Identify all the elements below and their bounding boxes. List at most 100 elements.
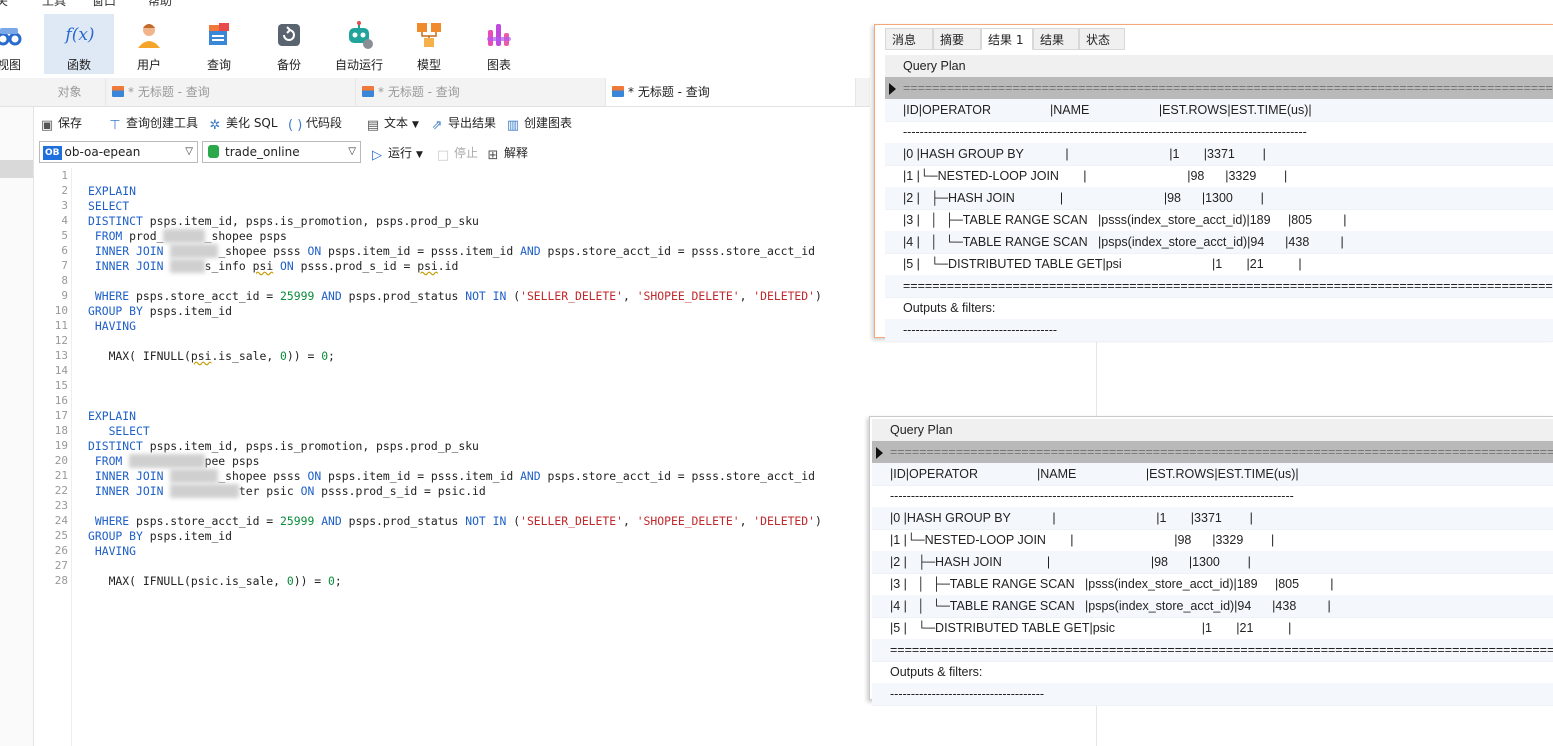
code-line: MAX( IFNULL(psic.is_sale, 0)) = 0;: [88, 574, 342, 588]
line-number: 1: [61, 169, 68, 182]
text-mode-button[interactable]: ▤ 文本 ▼: [366, 114, 419, 133]
ribbon-label: 查询: [206, 58, 231, 72]
tab-result-2[interactable]: 结果 2: [1033, 28, 1079, 69]
tab-query-1[interactable]: * 无标题 - 查询: [106, 78, 356, 106]
line-number: 8: [61, 274, 68, 287]
table-row[interactable]: |3 | │ ├─TABLE RANGE SCAN |psss(index_st…: [872, 573, 1553, 596]
code-line: INNER JOIN _____s_info psi ON psss.prod_…: [88, 259, 459, 273]
table-row[interactable]: Outputs & filters:: [872, 661, 1553, 684]
tab-summary[interactable]: 摘要: [933, 28, 981, 50]
tab-result-1[interactable]: 结果 1: [981, 28, 1033, 50]
table-row[interactable]: |ID|OPERATOR |NAME |EST.ROWS|EST.TIME(us…: [872, 463, 1553, 486]
result-window-2[interactable]: Query Plan =============================…: [869, 416, 1553, 706]
save-button[interactable]: ▣ 保存: [40, 114, 82, 133]
cell-text: ========================================…: [903, 81, 1553, 95]
table-row[interactable]: |4 | │ └─TABLE RANGE SCAN |psps(index_st…: [885, 231, 1553, 254]
ribbon-user-button[interactable]: 用户: [114, 14, 184, 74]
code-line: EXPLAIN: [88, 184, 137, 198]
cell-text: -------------------------------------: [903, 323, 1058, 337]
table-row[interactable]: -------------------------------------: [885, 319, 1553, 342]
parentheses-icon: ( ): [288, 118, 303, 133]
table-row[interactable]: |3 | │ ├─TABLE RANGE SCAN |psss(index_st…: [885, 209, 1553, 232]
magic-wand-icon: ✲: [209, 118, 221, 133]
ribbon-view-button[interactable]: 视图: [0, 14, 44, 74]
query-plan-grid[interactable]: Query Plan =============================…: [885, 55, 1553, 342]
ribbon-label: 用户: [136, 58, 161, 72]
tab-status[interactable]: 状态: [1079, 28, 1125, 50]
query-tab-icon: [362, 86, 374, 97]
tab-messages[interactable]: 消息: [885, 28, 933, 50]
object-tree-pane[interactable]: [0, 106, 34, 746]
query-plan-grid[interactable]: Query Plan =============================…: [872, 419, 1553, 706]
line-number: 17: [54, 409, 68, 422]
table-row[interactable]: ========================================…: [872, 639, 1553, 662]
query-builder-button[interactable]: ⊤ 查询创建工具: [108, 114, 198, 133]
chevron-down-icon: ▽: [348, 146, 356, 157]
ribbon-model-button[interactable]: 模型: [394, 14, 464, 74]
menu-help[interactable]: 帮助: [148, 0, 172, 9]
table-row[interactable]: |2 | ├─HASH JOIN | |98 |1300 |: [885, 187, 1553, 210]
explain-icon: ⊞: [487, 148, 499, 163]
table-row[interactable]: ----------------------------------------…: [885, 121, 1553, 144]
table-row-current[interactable]: ========================================…: [885, 77, 1553, 100]
current-row-marker-icon: [889, 83, 896, 95]
chevron-down-icon: ▼: [412, 120, 419, 130]
table-row[interactable]: Outputs & filters:: [885, 297, 1553, 320]
code-line: MAX( IFNULL(psi.is_sale, 0)) = 0;: [88, 349, 335, 363]
chevron-down-icon: ▽: [185, 146, 193, 157]
table-row[interactable]: |4 | │ └─TABLE RANGE SCAN |psps(index_st…: [872, 595, 1553, 618]
ribbon-function-button[interactable]: f(x) 函数: [44, 14, 114, 74]
user-icon: [138, 24, 160, 48]
table-row[interactable]: |0 |HASH GROUP BY | |1 |3371 |: [872, 507, 1553, 530]
table-row[interactable]: ----------------------------------------…: [872, 485, 1553, 508]
stop-button[interactable]: □ 停止: [436, 144, 478, 163]
ribbon-query-button[interactable]: 查询: [184, 14, 254, 74]
ribbon-label: 图表: [486, 58, 511, 72]
table-row[interactable]: |1 |└─NESTED-LOOP JOIN | |98 |3329 |: [872, 529, 1553, 552]
line-number: 4: [61, 214, 68, 227]
table-row[interactable]: |5 | └─DISTRIBUTED TABLE GET|psi |1 |21 …: [885, 253, 1553, 276]
ribbon-chart-button[interactable]: 图表: [464, 14, 534, 74]
column-header[interactable]: Query Plan: [872, 419, 1553, 442]
tab-query-3[interactable]: * 无标题 - 查询: [606, 78, 856, 106]
create-chart-button[interactable]: ▥ 创建图表: [506, 114, 572, 133]
table-row[interactable]: |1 |└─NESTED-LOOP JOIN | |98 |3329 |: [885, 165, 1553, 188]
table-row[interactable]: |ID|OPERATOR |NAME |EST.ROWS|EST.TIME(us…: [885, 99, 1553, 122]
cell-text: |3 | │ ├─TABLE RANGE SCAN |psss(index_st…: [903, 213, 1347, 227]
ribbon-backup-button[interactable]: 备份: [254, 14, 324, 74]
code-line: DISTINCT psps.item_id, psps.is_promotion…: [88, 214, 479, 228]
cell-text: |ID|OPERATOR |NAME |EST.ROWS|EST.TIME(us…: [890, 467, 1299, 481]
explain-button[interactable]: ⊞ 解释: [486, 144, 528, 163]
tab-query-2[interactable]: * 无标题 - 查询: [356, 78, 606, 106]
cell-text: |4 | │ └─TABLE RANGE SCAN |psps(index_st…: [903, 235, 1344, 249]
line-number: 24: [54, 514, 68, 527]
table-row[interactable]: ========================================…: [885, 275, 1553, 298]
column-header[interactable]: Query Plan: [885, 55, 1553, 78]
result-window-1[interactable]: 消息 摘要 结果 1 结果 2 状态 Query Plan ==========…: [874, 24, 1553, 342]
line-number: 28: [54, 574, 68, 587]
object-tree-selection[interactable]: [0, 160, 33, 178]
menu-item[interactable]: 关: [0, 0, 8, 9]
code-line: GROUP BY psps.item_id: [88, 529, 233, 543]
redacted-text: _____: [170, 259, 205, 273]
connection-select[interactable]: OB ob-oa-epean ▽: [39, 141, 198, 163]
database-select[interactable]: trade_online ▽: [202, 141, 361, 163]
beautify-sql-button[interactable]: ✲ 美化 SQL: [208, 114, 278, 133]
cell-text: ========================================…: [890, 643, 1553, 657]
code-snippet-button[interactable]: ( ) 代码段: [288, 114, 342, 133]
code-line: DISTINCT psps.item_id, psps.is_promotion…: [88, 439, 479, 453]
table-row-current[interactable]: ========================================…: [872, 441, 1553, 464]
menu-tools[interactable]: 工具: [42, 0, 66, 9]
tab-objects[interactable]: 对象: [34, 78, 106, 106]
ribbon-autorun-button[interactable]: 自动运行: [324, 14, 394, 74]
table-row[interactable]: |5 | └─DISTRIBUTED TABLE GET|psic |1 |21…: [872, 617, 1553, 640]
table-row[interactable]: |2 | ├─HASH JOIN | |98 |1300 |: [872, 551, 1553, 574]
cell-text: |5 | └─DISTRIBUTED TABLE GET|psic |1 |21…: [890, 621, 1292, 635]
export-results-button[interactable]: ⇗ 导出结果: [430, 114, 496, 133]
menu-window[interactable]: 窗口: [92, 0, 116, 9]
query-toolbar: ▣ 保存 ⊤ 查询创建工具 ✲ 美化 SQL ( ) 代码段 ▤ 文本 ▼ ⇗ 导出结果 ▥ 创…: [34, 108, 870, 136]
table-row[interactable]: |0 |HASH GROUP BY | |1 |3371 |: [885, 143, 1553, 166]
table-row[interactable]: -------------------------------------: [872, 683, 1553, 706]
run-button[interactable]: ▷ 运行 ▼: [370, 144, 423, 163]
ribbon-label: 视图: [0, 58, 21, 72]
